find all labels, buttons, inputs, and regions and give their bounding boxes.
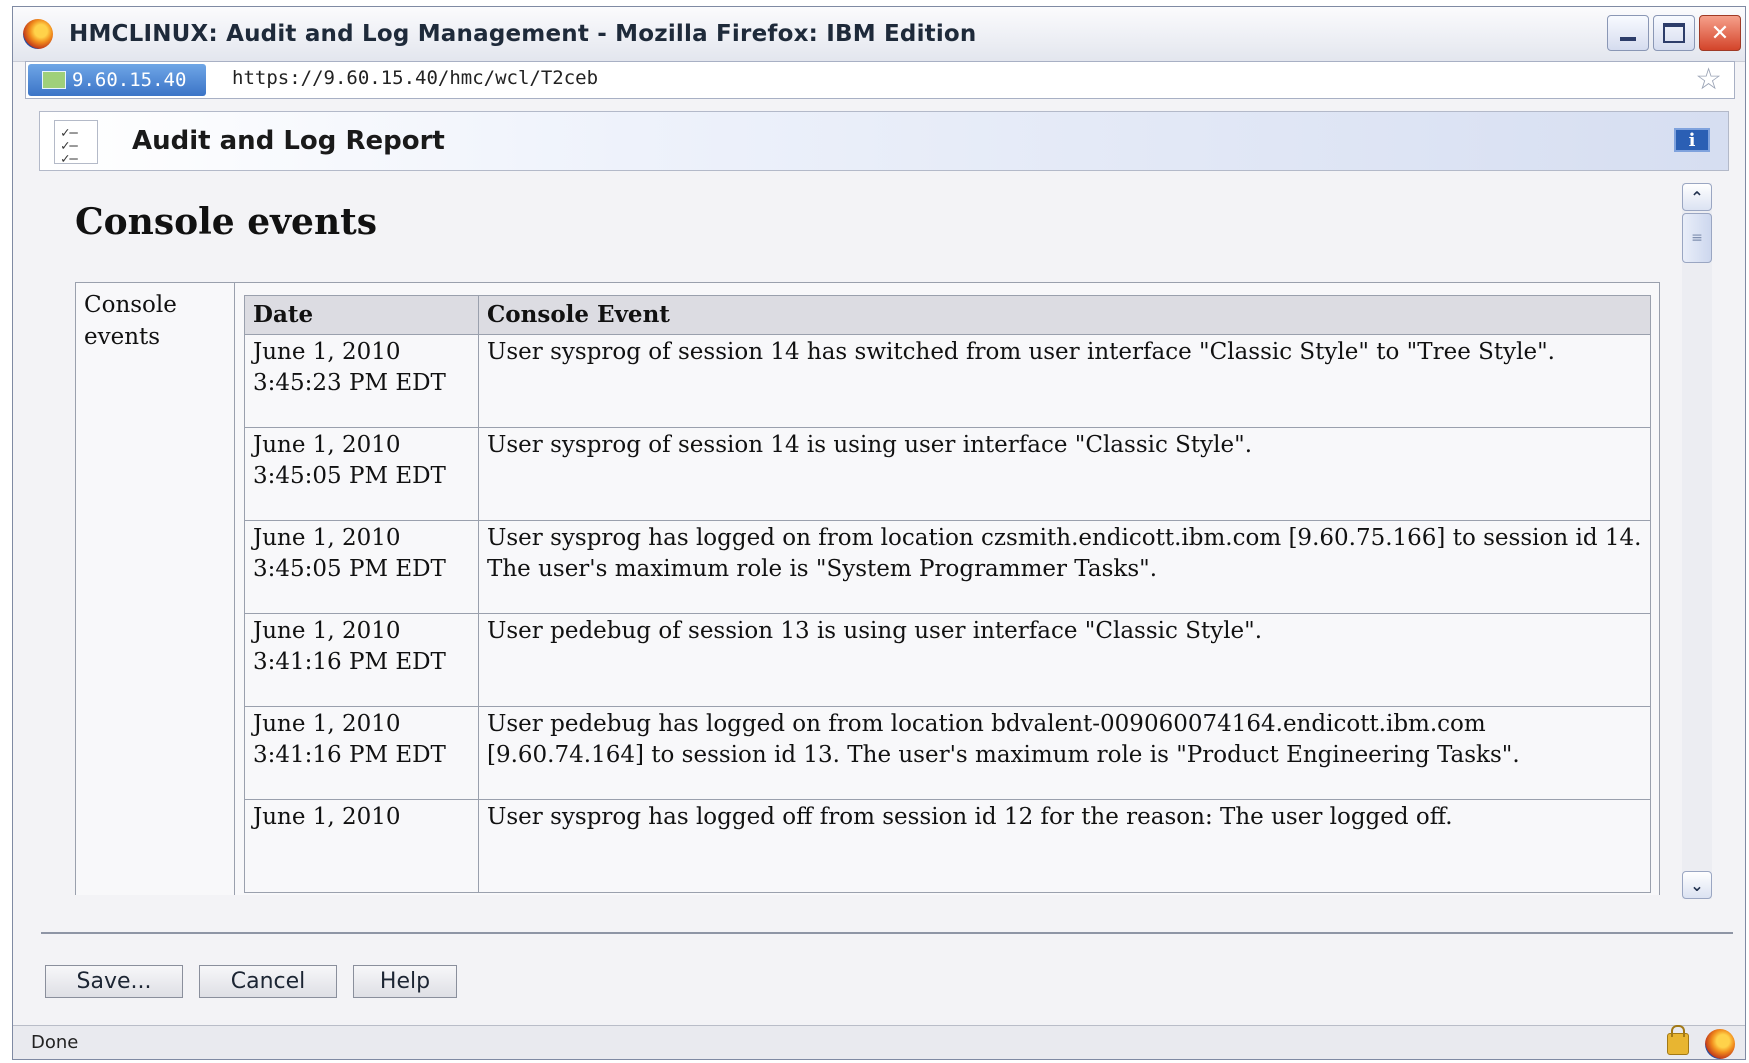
table-row: June 1, 2010 3:41:16 PM EDT User pedebug… [244,613,1651,707]
section-label: Console events [84,292,177,350]
address-bar[interactable]: 9.60.15.40 https://9.60.15.40/hmc/wcl/T2… [25,61,1735,99]
title-bar: HMCLINUX: Audit and Log Management - Moz… [13,7,1745,62]
table-header-row: Date Console Event [244,295,1651,335]
maximize-icon [1663,23,1685,43]
event-cell: User pedebug has logged on from location… [478,706,1651,800]
cancel-button[interactable]: Cancel [199,965,337,998]
task-banner: ✓— ✓— ✓— Audit and Log Report i [39,111,1729,171]
report-content: Console events Console events Date Conso… [39,175,1679,895]
maximize-button[interactable] [1653,15,1695,51]
lock-icon[interactable] [1667,1025,1689,1055]
help-button[interactable]: Help [353,965,457,998]
event-cell: User sysprog of session 14 has switched … [478,334,1651,428]
browser-window: HMCLINUX: Audit and Log Management - Moz… [12,6,1746,1060]
star-icon[interactable]: ☆ [1695,62,1722,98]
banner-title: Audit and Log Report [132,126,445,156]
date-cell: June 1, 2010 3:41:16 PM EDT [244,706,479,800]
minimize-button[interactable] [1607,15,1649,51]
task-checklist-icon: ✓— ✓— ✓— [54,120,98,166]
event-cell: User sysprog has logged on from location… [478,520,1651,614]
events-table: Date Console Event June 1, 2010 3:45:23 … [244,295,1651,893]
date-cell: June 1, 2010 3:45:05 PM EDT [244,427,479,521]
close-icon: ✕ [1710,20,1730,46]
chevron-up-icon: ⌃ [1690,187,1704,207]
status-text: Done [31,1032,79,1053]
report-section: Console events Date Console Event June 1… [75,282,1660,895]
info-icon[interactable]: i [1674,128,1710,152]
scroll-thumb[interactable]: ≡ [1682,213,1712,263]
table-row: June 1, 2010 User sysprog has logged off… [244,799,1651,893]
table-row: June 1, 2010 3:45:23 PM EDT User sysprog… [244,334,1651,428]
window-title: HMCLINUX: Audit and Log Management - Moz… [69,21,977,47]
page-title: Console events [75,201,378,243]
scroll-up-button[interactable]: ⌃ [1682,183,1712,211]
site-identity-icon [42,71,66,89]
close-button[interactable]: ✕ [1699,15,1741,51]
event-cell: User sysprog has logged off from session… [478,799,1651,893]
date-cell: June 1, 2010 3:45:05 PM EDT [244,520,479,614]
section-divider [234,283,235,895]
scroll-down-button[interactable]: ⌄ [1682,871,1712,899]
save-button[interactable]: Save... [45,965,183,998]
site-identity-label: 9.60.15.40 [72,69,187,91]
column-header-date: Date [244,295,479,335]
date-cell: June 1, 2010 3:45:23 PM EDT [244,334,479,428]
table-row: June 1, 2010 3:41:16 PM EDT User pedebug… [244,706,1651,800]
date-cell: June 1, 2010 [244,799,479,893]
column-header-event: Console Event [478,295,1651,335]
site-identity-button[interactable]: 9.60.15.40 [28,64,206,96]
grip-icon: ≡ [1691,230,1703,246]
event-cell: User pedebug of session 13 is using user… [478,613,1651,707]
chevron-down-icon: ⌄ [1690,875,1704,895]
date-cell: June 1, 2010 3:41:16 PM EDT [244,613,479,707]
vertical-scrollbar[interactable]: ⌃ ≡ ⌄ [1682,183,1712,899]
event-cell: User sysprog of session 14 is using user… [478,427,1651,521]
table-row: June 1, 2010 3:45:05 PM EDT User sysprog… [244,427,1651,521]
footer-divider [41,932,1733,934]
table-row: June 1, 2010 3:45:05 PM EDT User sysprog… [244,520,1651,614]
status-bar: Done [13,1025,1745,1059]
firefox-icon [23,19,53,49]
url-text[interactable]: https://9.60.15.40/hmc/wcl/T2ceb [232,67,598,89]
minimize-icon [1620,37,1636,41]
firefox-status-icon [1705,1029,1735,1059]
